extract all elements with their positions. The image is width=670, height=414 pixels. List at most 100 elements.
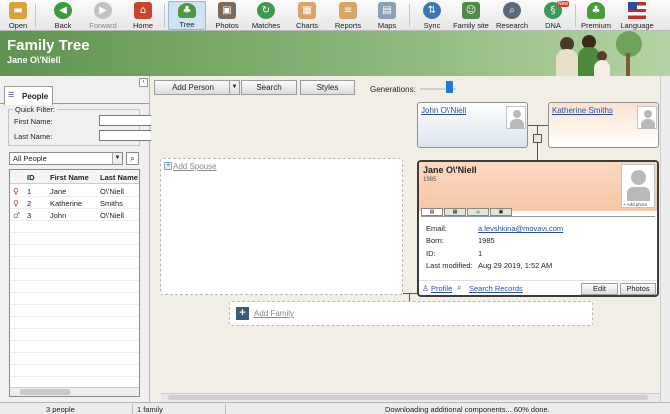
column-last-name[interactable]: Last Name (100, 173, 138, 182)
profile-link[interactable]: Profile (431, 284, 452, 293)
search-icon: ⌕ (130, 154, 135, 163)
reports-button[interactable]: ≡ Reports (331, 1, 365, 30)
back-button[interactable]: ◀ Back (48, 1, 78, 30)
dna-button[interactable]: § DNA New (538, 1, 569, 30)
status-message: Downloading additional components... 60%… (385, 405, 550, 414)
people-table: ID First Name Last Name ♀ 1 Jane O\'Niel… (9, 169, 140, 397)
family-site-icon: ☺ (462, 2, 480, 19)
family-tree-header: Family Tree Jane O\'Niell (0, 31, 670, 76)
people-list-icon: ☰ (8, 91, 15, 99)
research-icon: ⌕ (503, 2, 521, 19)
maps-button[interactable]: ▤ Maps (372, 1, 402, 30)
main-person-header: Jane O\'Niell 1985 + Add photo (419, 162, 657, 211)
charts-button[interactable]: ▦ Charts (291, 1, 323, 30)
mother-card[interactable]: Katherine Smiths (548, 102, 659, 148)
table-row[interactable]: ♀ 1 Jane O\'Niell (10, 185, 139, 197)
matches-button[interactable]: ↻ Matches (248, 1, 284, 30)
main-toolbar: ▬ Open ◀ Back ▶ Forward ⌂ Home ♣ Tree ▣ … (0, 0, 670, 31)
person-male-icon: ♂ (13, 211, 21, 220)
chevron-down-icon: ▼ (112, 153, 122, 164)
edit-button[interactable]: Edit (581, 283, 618, 295)
table-header: ID First Name Last Name (10, 170, 139, 184)
search-button[interactable]: Search (241, 80, 297, 95)
tab-photos-icon[interactable]: ▣ (490, 208, 512, 216)
tree-icon: ♣ (178, 3, 196, 18)
quick-filter-group: Quick Filter: First Name: Last Name: (8, 105, 162, 146)
father-name-link[interactable]: John O\'Niell (421, 106, 466, 115)
canvas-vertical-scrollbar[interactable] (660, 76, 670, 402)
family-site-button[interactable]: ☺ Family site (451, 1, 491, 30)
generations-label: Generations: (370, 85, 416, 94)
photos-button[interactable]: ▣ Photos (211, 1, 243, 30)
person-details: Email: a.levshkina@movavi.com Born: 1985… (421, 216, 655, 272)
add-family-plus-icon: + (236, 307, 249, 320)
flag-icon (628, 2, 646, 19)
people-panel: ☰ People ‹ Quick Filter: First Name: Las… (0, 76, 162, 402)
union-marker[interactable] (533, 134, 542, 143)
reports-icon: ≡ (339, 2, 357, 19)
research-button[interactable]: ⌕ Research (494, 1, 530, 30)
tab-family-icon[interactable]: ☺ (467, 208, 489, 216)
page-subtitle: Jane O\'Niell (7, 55, 61, 65)
person-female-icon: ♀ (13, 199, 19, 208)
search-records-link[interactable]: Search Records (469, 284, 523, 293)
photos-button[interactable]: Photos (620, 283, 656, 295)
language-button[interactable]: Language (617, 1, 657, 30)
forward-arrow-icon: ▶ (94, 2, 112, 19)
open-button[interactable]: ▬ Open (4, 1, 32, 30)
sync-icon: ⇅ (423, 2, 441, 19)
female-avatar-icon[interactable]: + Add photo (621, 164, 655, 208)
email-link[interactable]: a.levshkina@movavi.com (478, 224, 563, 233)
premium-icon: ♣ (587, 2, 605, 19)
table-row[interactable]: ♀ 2 Katherine Smiths (10, 197, 139, 209)
maps-icon: ▤ (378, 2, 396, 19)
main-person-card[interactable]: Jane O\'Niell 1985 + Add photo ▤ ▦ ☺ ▣ E… (417, 160, 659, 297)
father-card[interactable]: John O\'Niell (417, 102, 528, 148)
panel-tabbar: ☰ People ‹ (0, 76, 149, 105)
status-family-count: 1 family (137, 405, 163, 414)
plus-icon: + (164, 162, 172, 170)
table-row[interactable]: ♂ 3 John O\'Niell (10, 209, 139, 221)
profile-icon: ♙ (422, 284, 430, 293)
back-arrow-icon: ◀ (54, 2, 72, 19)
female-avatar-icon (637, 106, 657, 129)
column-first-name[interactable]: First Name (50, 173, 89, 182)
tab-people[interactable]: ☰ People (4, 86, 53, 105)
add-family-box[interactable]: + Add Family (229, 301, 593, 326)
status-people-count: 3 people (46, 405, 75, 414)
canvas-horizontal-scrollbar[interactable] (161, 393, 660, 401)
home-button[interactable]: ⌂ Home (129, 1, 157, 30)
styles-button[interactable]: Styles (300, 80, 355, 95)
search-icon: ⌕ (457, 283, 462, 292)
chevron-down-icon: ▼ (229, 81, 239, 94)
tree-button[interactable]: ♣ Tree (168, 1, 206, 30)
column-id[interactable]: ID (27, 173, 35, 182)
tab-events-icon[interactable]: ▦ (444, 208, 466, 216)
matches-icon: ↻ (257, 2, 275, 19)
people-filter-dropdown[interactable]: All People ▼ (9, 152, 123, 165)
status-bar: 3 people 1 family Downloading additional… (0, 402, 670, 414)
page-title: Family Tree (7, 37, 90, 54)
add-spouse-box[interactable]: + Add Spouse (160, 158, 403, 295)
male-avatar-icon (506, 106, 526, 129)
new-badge: New (556, 1, 569, 7)
add-person-button[interactable]: Add Person ▼ (154, 80, 240, 95)
add-photo-link[interactable]: + Add photo (623, 202, 647, 207)
premium-button[interactable]: ♣ Premium (579, 1, 613, 30)
generations-slider-thumb[interactable] (446, 81, 453, 93)
sync-button[interactable]: ⇅ Sync (418, 1, 446, 30)
main-person-name: Jane O\'Niell (423, 165, 477, 175)
home-icon: ⌂ (134, 2, 152, 19)
main-person-year: 1985 (423, 177, 437, 183)
table-horizontal-scrollbar[interactable] (10, 387, 139, 396)
photos-icon: ▣ (218, 2, 236, 19)
folder-icon: ▬ (9, 2, 27, 19)
mother-name-link[interactable]: Katherine Smiths (552, 106, 613, 115)
add-family-link[interactable]: Add Family (254, 309, 294, 318)
collapse-panel-button[interactable]: ‹ (139, 78, 148, 87)
add-spouse-link[interactable]: Add Spouse (173, 162, 217, 171)
tab-info-icon[interactable]: ▤ (421, 208, 443, 216)
forward-button[interactable]: ▶ Forward (86, 1, 120, 30)
search-people-button[interactable]: ⌕ (126, 152, 139, 165)
tree-canvas[interactable]: Add Person ▼ Search Styles Generations: … (151, 76, 670, 402)
